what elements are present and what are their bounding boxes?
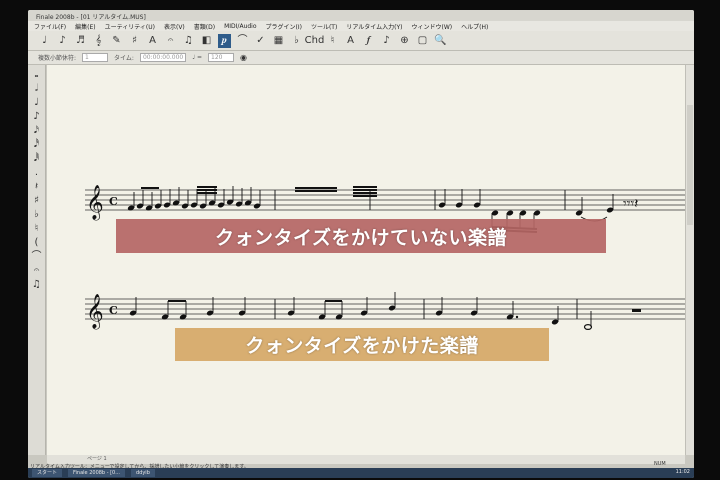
- menu-tools[interactable]: ツール(T): [311, 22, 337, 31]
- tool-button[interactable]: ♭: [290, 34, 303, 48]
- tool-button[interactable]: Chd: [305, 34, 325, 48]
- tool-button[interactable]: ✓: [254, 34, 267, 48]
- realtime-toolbar: 複数小節休符: 1 タイム: 00:00:00.000 ♩ = 120 ◉: [28, 51, 694, 65]
- tool-button[interactable]: ♪: [56, 34, 69, 48]
- tool-button[interactable]: 𝄐: [164, 34, 177, 48]
- menu-window[interactable]: ウィンドウ(W): [412, 22, 453, 31]
- measure-label: 複数小節休符:: [38, 55, 77, 62]
- staff2-half-note: [583, 324, 593, 331]
- monitor-bezel: Finale 2008b - [01 リアルタイム.MUS] ファイル(F) 編…: [0, 0, 720, 480]
- menu-plugins[interactable]: プラグイン(I): [266, 22, 302, 31]
- tool-button[interactable]: ♬: [74, 34, 87, 48]
- menu-view[interactable]: 表示(V): [164, 22, 185, 31]
- palette-item[interactable]: ♪: [33, 111, 39, 122]
- menu-midi-audio[interactable]: MIDI/Audio: [224, 23, 256, 30]
- menu-bar: ファイル(F) 編集(E) ユーティリティ(U) 表示(V) 書類(D) MID…: [28, 21, 694, 31]
- staff1-treble-clef-icon: 𝄞: [86, 185, 104, 221]
- menu-file[interactable]: ファイル(F): [34, 22, 66, 31]
- menu-edit[interactable]: 編集(E): [75, 22, 95, 31]
- palette-item[interactable]: 𝅘𝅥𝅰: [34, 139, 39, 150]
- tempo-field[interactable]: 120: [208, 53, 235, 62]
- palette-item[interactable]: 𝅝: [35, 69, 39, 80]
- vertical-scroll-thumb[interactable]: [687, 105, 693, 225]
- palette-item[interactable]: ♫: [32, 279, 41, 290]
- tool-button[interactable]: ▢: [416, 34, 429, 48]
- tempo-label: ♩ =: [192, 54, 203, 61]
- tool-button[interactable]: ▦: [272, 34, 285, 48]
- staff1-common-time-icon: C: [109, 195, 118, 208]
- staff1-rests-icon: 𝄾𝄾𝄾𝄽: [623, 196, 638, 212]
- palette-item[interactable]: 𝄽: [35, 181, 38, 192]
- caption-quantized: クォンタイズをかけた楽譜: [175, 328, 549, 361]
- window-title: Finale 2008b - [01 リアルタイム.MUS]: [36, 14, 146, 21]
- tool-button[interactable]: 🔍: [434, 34, 447, 48]
- tool-button[interactable]: ⌒: [236, 34, 249, 48]
- caption-unquantized-text: クォンタイズをかけていない楽譜: [215, 226, 507, 249]
- palette-item[interactable]: ♭: [34, 209, 39, 220]
- tool-button[interactable]: 𝄞: [92, 34, 105, 48]
- time-field[interactable]: 00:00:00.000: [139, 53, 187, 62]
- palette-item[interactable]: 𝅘𝅥𝅯: [34, 125, 39, 136]
- staff2-common-time-icon: C: [109, 304, 118, 317]
- menu-help[interactable]: ヘルプ(H): [461, 22, 488, 31]
- vertical-scrollbar[interactable]: [685, 65, 694, 455]
- staff2-treble-clef-icon: 𝄞: [86, 294, 104, 330]
- taskbar-item-finale[interactable]: Finale 2008b - [0...: [68, 469, 125, 477]
- tool-button[interactable]: ♪: [380, 34, 393, 48]
- measure-field[interactable]: 1: [82, 53, 109, 62]
- tool-button[interactable]: ⊕: [398, 34, 411, 48]
- menu-realtime[interactable]: リアルタイム入力(Y): [346, 22, 402, 31]
- palette-item[interactable]: (: [35, 237, 39, 248]
- palette-item[interactable]: 𝅘𝅥𝅱: [34, 153, 39, 164]
- palette-item[interactable]: 𝄐: [34, 265, 40, 276]
- tool-button[interactable]: A: [344, 34, 357, 48]
- menu-utilities[interactable]: ユーティリティ(U): [105, 22, 155, 31]
- tool-button[interactable]: 𝆏: [218, 33, 231, 48]
- page-indicator: ページ 1: [87, 456, 107, 462]
- palette-item[interactable]: ♯: [34, 195, 39, 206]
- start-button[interactable]: スタート: [32, 469, 63, 477]
- num-lock-indicator: NUM: [654, 461, 666, 467]
- palette-item[interactable]: ♮: [35, 223, 39, 234]
- tool-button[interactable]: ✎: [110, 34, 123, 48]
- time-label: タイム:: [114, 55, 134, 62]
- simple-entry-palette: 𝅝 𝅗𝅥 ♩ ♪ 𝅘𝅥𝅯 𝅘𝅥𝅰 𝅘𝅥𝅱. 𝄽 ♯ ♭ ♮ ( ⌒ 𝄐 ♫: [28, 65, 46, 455]
- tool-button[interactable]: ◧: [200, 34, 213, 48]
- palette-item[interactable]: ♩: [34, 97, 39, 108]
- menu-document[interactable]: 書類(D): [194, 22, 215, 31]
- tool-button[interactable]: ♫: [182, 34, 195, 48]
- taskbar-clock: 11:02: [675, 469, 690, 475]
- taskbar: スタート Finale 2008b - [0... ddyib: [28, 468, 694, 478]
- palette-item[interactable]: .: [35, 167, 38, 178]
- taskbar-item-other[interactable]: ddyib: [131, 469, 155, 477]
- window-titlebar: Finale 2008b - [01 リアルタイム.MUS]: [28, 10, 694, 21]
- tool-button[interactable]: 𝆑: [362, 34, 375, 48]
- caption-quantized-text: クォンタイズをかけた楽譜: [245, 335, 479, 357]
- score-canvas: 𝄞 C 𝄾𝄾𝄾𝄽 𝄞 C: [85, 185, 685, 331]
- palette-item[interactable]: 𝅗𝅥: [35, 83, 38, 94]
- staff2-half-rest: [632, 309, 641, 312]
- tool-button[interactable]: ♯: [128, 34, 141, 48]
- caption-unquantized: クォンタイズをかけていない楽譜: [116, 219, 606, 253]
- palette-item[interactable]: ⌒: [32, 251, 42, 262]
- tool-button[interactable]: ♮: [326, 34, 339, 48]
- staff2-dot: [515, 315, 519, 319]
- tool-button[interactable]: A: [146, 34, 159, 48]
- metronome-icon[interactable]: ◉: [240, 53, 247, 62]
- score-document[interactable]: 𝄞 C 𝄾𝄾𝄾𝄽 𝄞 C: [47, 65, 685, 455]
- tool-button[interactable]: ♩: [38, 34, 51, 48]
- main-tool-palette: ♩ ♪ ♬ 𝄞 ✎ ♯ A 𝄐 ♫ ◧ 𝆏 ⌒ ✓ ▦ ♭ Chd ♮ A 𝆑 ♪ ⊕ ▢ 🔍: [28, 31, 694, 51]
